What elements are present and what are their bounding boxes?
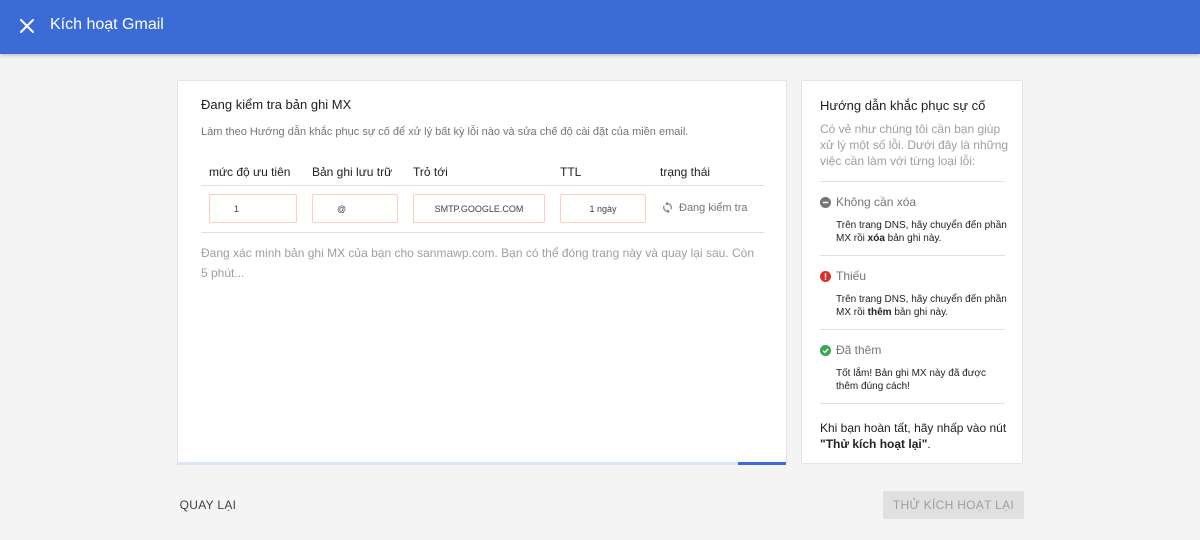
host-value[interactable]: @ xyxy=(312,194,398,223)
panel-footer: Khi bạn hoàn tất, hãy nhấp vào nút "Thử … xyxy=(820,421,1007,451)
status-text: Đang kiểm tra xyxy=(679,201,748,214)
error-icon xyxy=(820,270,831,282)
row-divider xyxy=(201,232,764,233)
close-icon xyxy=(20,19,34,33)
column-header-priority: mức độ ưu tiên xyxy=(209,165,291,179)
legend-instruction: Trên trang DNS, hãy chuyển đến phần MX r… xyxy=(836,294,1007,318)
legend-instruction: Tốt lắm! Bản ghi MX này đã được thêm đún… xyxy=(836,368,986,392)
column-header-host: Bản ghi lưu trữ xyxy=(312,165,393,179)
legend-label: Thiếu xyxy=(836,269,867,283)
points-to-value[interactable]: SMTP.GOOGLE.COM xyxy=(413,194,545,223)
column-header-status: trạng thái xyxy=(660,165,711,179)
progress-bar xyxy=(177,462,787,465)
legend-missing: Thiếu xyxy=(820,269,866,283)
card-title: Đang kiểm tra bản ghi MX xyxy=(201,97,352,112)
header-divider xyxy=(201,185,764,186)
legend-added: Đã thêm xyxy=(820,343,881,357)
status-indicator: Đang kiểm tra xyxy=(661,201,747,214)
troubleshooting-panel: Hướng dẫn khắc phục sự cố Có vẻ như chún… xyxy=(801,80,1023,464)
ttl-value[interactable]: 1 ngày xyxy=(560,194,646,223)
legend-instruction: Trên trang DNS, hãy chuyển đến phần MX r… xyxy=(836,220,1007,244)
divider xyxy=(820,255,1005,256)
page-title: Kích hoạt Gmail xyxy=(50,16,164,33)
divider xyxy=(820,403,1005,404)
priority-value[interactable]: 1 xyxy=(209,194,297,223)
panel-intro: Có vẻ như chúng tôi cần bạn giúp xử lý m… xyxy=(820,122,1009,168)
divider xyxy=(820,181,1005,182)
back-button[interactable]: QUAY LẠI xyxy=(172,491,244,519)
minus-circle-icon xyxy=(820,196,831,208)
legend-label: Đã thêm xyxy=(836,343,882,357)
refresh-icon xyxy=(663,201,672,214)
column-header-ttl: TTL xyxy=(560,165,582,179)
check-circle-icon xyxy=(820,344,831,356)
mx-check-card: Đang kiểm tra bản ghi MX Làm theo Hướng … xyxy=(177,80,787,464)
progress-fill xyxy=(738,462,786,465)
divider xyxy=(820,329,1005,330)
legend-not-needed: Không cần xóa xyxy=(820,195,916,209)
verification-message: Đang xác minh bản ghi MX của bạn cho san… xyxy=(201,246,754,280)
legend-label: Không cần xóa xyxy=(836,195,917,209)
close-button[interactable] xyxy=(14,13,40,39)
card-description: Làm theo Hướng dẫn khắc phục sự cố để xử… xyxy=(201,126,689,138)
panel-title: Hướng dẫn khắc phục sự cố xyxy=(820,98,986,113)
retry-activation-button[interactable]: THỬ KÍCH HOẠT LẠI xyxy=(883,491,1024,519)
column-header-points-to: Trỏ tới xyxy=(413,165,448,179)
app-bar: Kích hoạt Gmail xyxy=(0,0,1200,54)
